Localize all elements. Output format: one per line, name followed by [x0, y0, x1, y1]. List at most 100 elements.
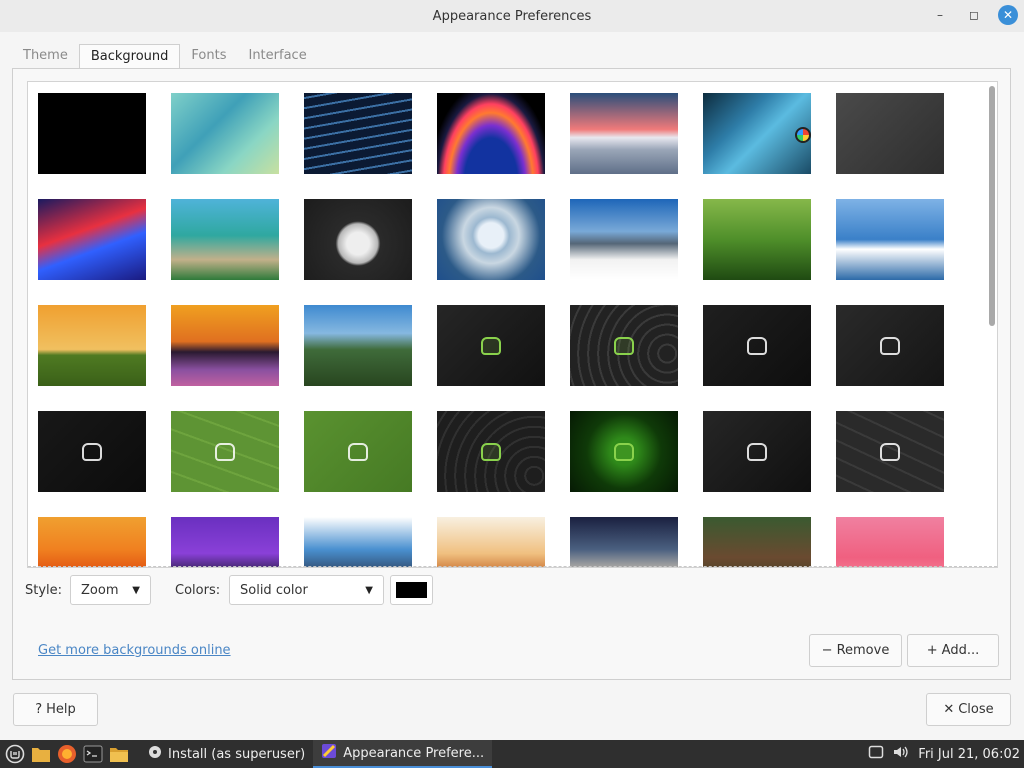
wallpaper-thumbnail[interactable] — [703, 93, 811, 174]
mint-logo-icon — [348, 442, 368, 461]
colors-dropdown[interactable]: Solid color ▼ — [229, 575, 384, 605]
wallpaper-thumbnail[interactable] — [437, 199, 545, 280]
clock[interactable]: Fri Jul 21, 06:02 — [918, 747, 1020, 762]
wallpaper-thumbnail[interactable] — [437, 305, 545, 386]
wallpaper-gallery[interactable] — [27, 81, 998, 568]
mint-logo-icon — [614, 336, 634, 355]
gallery-divider — [28, 566, 997, 567]
wallpaper-thumbnail[interactable] — [703, 199, 811, 280]
close-button[interactable]: ✕ Close — [926, 693, 1011, 726]
mint-logo-icon — [880, 336, 900, 355]
close-icon: ✕ — [943, 702, 955, 717]
more-backgrounds-link[interactable]: Get more backgrounds online — [38, 643, 231, 658]
wallpaper-thumbnail[interactable] — [570, 93, 678, 174]
window-list-icon[interactable] — [868, 744, 884, 764]
taskbar: Install (as superuser) Appearance Prefer… — [0, 740, 1024, 768]
help-button[interactable]: ? Help — [13, 693, 98, 726]
wallpaper-thumbnail[interactable] — [38, 93, 146, 174]
color-picker-button[interactable] — [390, 575, 433, 605]
system-tray: Fri Jul 21, 06:02 — [868, 744, 1024, 764]
wallpaper-grid — [38, 93, 944, 567]
close-window-icon[interactable]: ✕ — [998, 5, 1018, 25]
wallpaper-thumbnail[interactable] — [304, 199, 412, 280]
chevron-down-icon: ▼ — [132, 584, 140, 596]
window-title: Appearance Preferences — [432, 8, 592, 24]
mint-logo-icon — [82, 442, 102, 461]
firefox-icon[interactable] — [56, 743, 78, 765]
mint-logo-icon — [481, 442, 501, 461]
wallpaper-thumbnail[interactable] — [437, 411, 545, 492]
wallpaper-thumbnail[interactable] — [171, 411, 279, 492]
close-label: Close — [958, 702, 994, 717]
appearance-icon — [321, 743, 337, 763]
wallpaper-thumbnail[interactable] — [836, 411, 944, 492]
task-install[interactable]: Install (as superuser) — [140, 740, 313, 768]
tab-theme[interactable]: Theme — [12, 44, 79, 69]
wallpaper-thumbnail[interactable] — [304, 411, 412, 492]
wallpaper-thumbnail[interactable] — [171, 517, 279, 567]
wallpaper-thumbnail[interactable] — [836, 517, 944, 567]
tab-interface[interactable]: Interface — [237, 44, 317, 69]
wallpaper-thumbnail[interactable] — [836, 305, 944, 386]
wallpaper-thumbnail[interactable] — [570, 305, 678, 386]
wallpaper-thumbnail[interactable] — [38, 305, 146, 386]
files-icon[interactable] — [108, 743, 130, 765]
wallpaper-thumbnail[interactable] — [703, 517, 811, 567]
wallpaper-thumbnail[interactable] — [437, 93, 545, 174]
wallpaper-thumbnail[interactable] — [304, 93, 412, 174]
window-controls: – ◻ ✕ — [930, 5, 1018, 25]
wallpaper-thumbnail[interactable] — [171, 305, 279, 386]
wallpaper-thumbnail[interactable] — [836, 199, 944, 280]
remove-label: Remove — [836, 643, 890, 658]
question-icon: ? — [35, 702, 43, 717]
plus-icon: + — [926, 643, 938, 658]
wallpaper-thumbnail[interactable] — [703, 305, 811, 386]
wallpaper-thumbnail[interactable] — [836, 93, 944, 174]
mint-menu-icon[interactable] — [4, 743, 26, 765]
add-label: Add... — [941, 643, 980, 658]
minus-icon: − — [821, 643, 833, 658]
wallpaper-thumbnail[interactable] — [703, 411, 811, 492]
style-value: Zoom — [81, 582, 119, 598]
colors-label: Colors: — [175, 583, 221, 598]
wallpaper-thumbnail[interactable] — [570, 517, 678, 567]
mint-logo-icon — [215, 442, 235, 461]
mint-logo-icon — [747, 336, 767, 355]
help-label: Help — [46, 702, 76, 717]
task-label: Appearance Prefere... — [343, 745, 485, 761]
remove-button[interactable]: − Remove — [809, 634, 902, 667]
color-picker-icon — [795, 127, 811, 143]
tab-bar: Theme Background Fonts Interface — [12, 44, 318, 69]
wallpaper-thumbnail[interactable] — [570, 199, 678, 280]
chevron-down-icon: ▼ — [365, 584, 373, 596]
task-appearance[interactable]: Appearance Prefere... — [313, 740, 493, 768]
colors-value: Solid color — [240, 582, 308, 598]
gallery-scrollbar[interactable] — [989, 86, 995, 326]
wallpaper-thumbnail[interactable] — [171, 199, 279, 280]
tab-fonts[interactable]: Fonts — [180, 44, 237, 69]
volume-icon[interactable] — [892, 744, 910, 764]
add-button[interactable]: + Add... — [907, 634, 999, 667]
tab-background[interactable]: Background — [78, 44, 181, 69]
maximize-icon[interactable]: ◻ — [964, 5, 984, 25]
wallpaper-thumbnail[interactable] — [304, 305, 412, 386]
wallpaper-thumbnail[interactable] — [437, 517, 545, 567]
task-label: Install (as superuser) — [168, 746, 306, 762]
minimize-icon[interactable]: – — [930, 5, 950, 25]
style-dropdown[interactable]: Zoom ▼ — [70, 575, 151, 605]
wallpaper-thumbnail[interactable] — [38, 199, 146, 280]
wallpaper-thumbnail[interactable] — [38, 517, 146, 567]
mint-logo-icon — [880, 442, 900, 461]
mint-logo-icon — [481, 336, 501, 355]
mint-logo-icon — [747, 442, 767, 461]
color-swatch — [396, 582, 427, 598]
style-label: Style: — [25, 583, 63, 598]
window-client: Theme Background Fonts Interface Style: … — [0, 32, 1024, 740]
background-panel: Style: Zoom ▼ Colors: Solid color ▼ Get … — [12, 68, 1011, 680]
wallpaper-thumbnail[interactable] — [171, 93, 279, 174]
wallpaper-thumbnail[interactable] — [570, 411, 678, 492]
folder-icon[interactable] — [30, 743, 52, 765]
terminal-icon[interactable] — [82, 743, 104, 765]
wallpaper-thumbnail[interactable] — [304, 517, 412, 567]
wallpaper-thumbnail[interactable] — [38, 411, 146, 492]
